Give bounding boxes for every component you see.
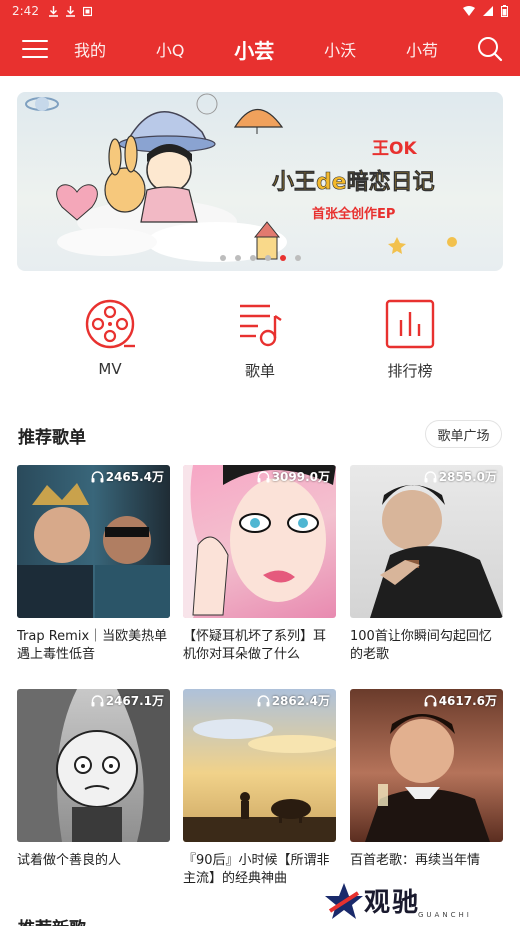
film-reel-icon bbox=[85, 299, 135, 349]
playlist-title: Trap Remix｜当欧美热单遇上毒性低音 bbox=[17, 629, 168, 662]
headphones-icon bbox=[424, 694, 437, 706]
pager-dot[interactable] bbox=[264, 255, 271, 261]
feature-playlist[interactable]: 歌单 bbox=[210, 298, 310, 384]
headphones-icon bbox=[91, 694, 104, 706]
wifi-icon bbox=[463, 6, 475, 16]
chart-icon bbox=[385, 299, 435, 349]
notification-icon bbox=[82, 6, 92, 16]
feature-chart[interactable]: 排行榜 bbox=[360, 298, 460, 384]
playlist-cover: 2467.1万 bbox=[17, 689, 170, 842]
menu-button[interactable] bbox=[0, 22, 70, 76]
banner-subtitle-text: 首张全创作EP bbox=[312, 206, 395, 222]
playlist-card[interactable]: 2465.4万 Trap Remix｜当欧美热单遇上毒性低音 bbox=[17, 465, 170, 664]
download-icon bbox=[65, 5, 75, 17]
pager-dot[interactable] bbox=[219, 255, 226, 261]
cover-art bbox=[183, 465, 336, 618]
playlist-title: 100首让你瞬间勾起回忆的老歌 bbox=[350, 629, 492, 662]
search-icon bbox=[478, 37, 503, 62]
playlist-title: 试着做个善良的人 bbox=[17, 853, 122, 868]
headphones-icon bbox=[257, 470, 270, 482]
playlist-card[interactable]: 4617.6万 百首老歌：再续当年情 bbox=[350, 689, 503, 870]
pager-dot[interactable] bbox=[249, 255, 256, 261]
feature-mv-label: MV bbox=[98, 360, 122, 378]
play-count-value: 3099.0万 bbox=[271, 470, 330, 484]
banner-title-text: 小王de暗恋日记 bbox=[272, 169, 435, 195]
search-button[interactable] bbox=[460, 22, 520, 76]
top-toolbar: 我的 小Q 小芸 小沃 小苟 bbox=[0, 22, 520, 76]
play-count: 2855.0万 bbox=[424, 468, 497, 485]
play-count: 2862.4万 bbox=[257, 692, 330, 709]
playlist-cover: 2862.4万 bbox=[183, 689, 336, 842]
tab-xiaoq[interactable]: 小Q bbox=[152, 31, 189, 67]
play-count-value: 4617.6万 bbox=[438, 694, 497, 708]
headphones-icon bbox=[257, 694, 270, 706]
status-bar: 2:42 bbox=[0, 0, 520, 22]
playlist-title: 【怀疑耳机坏了系列】耳机你对耳朵做了什么 bbox=[183, 629, 327, 662]
playlist-title: 『90后』小时候【所谓非主流】的经典神曲 bbox=[183, 853, 330, 886]
headphones-icon bbox=[424, 470, 437, 482]
playlist-cover: 3099.0万 bbox=[183, 465, 336, 618]
playlist-card[interactable]: 3099.0万 【怀疑耳机坏了系列】耳机你对耳朵做了什么 bbox=[183, 465, 336, 664]
play-count-value: 2467.1万 bbox=[105, 694, 164, 708]
banner-carousel[interactable]: 王OK 小王de暗恋日记 首张全创作EP bbox=[17, 92, 503, 271]
playlist-card[interactable]: 2467.1万 试着做个善良的人 bbox=[17, 689, 170, 870]
feature-row: MV 歌单 排行榜 bbox=[0, 298, 520, 384]
star-logo-icon bbox=[325, 883, 363, 919]
play-count-value: 2465.4万 bbox=[105, 470, 164, 484]
feature-chart-label: 排行榜 bbox=[387, 362, 433, 380]
pager-dot[interactable] bbox=[234, 255, 241, 261]
play-count-value: 2855.0万 bbox=[438, 470, 497, 484]
playlist-title: 百首老歌：再续当年情 bbox=[350, 853, 481, 868]
playlist-cover: 2465.4万 bbox=[17, 465, 170, 618]
watermark-subtext: GUANCHI bbox=[418, 911, 472, 919]
playlist-square-button[interactable]: 歌单广场 bbox=[425, 420, 502, 448]
new-songs-section-title: 推荐新歌 bbox=[18, 914, 86, 926]
tab-xiaogou[interactable]: 小苟 bbox=[402, 31, 442, 67]
play-count: 2467.1万 bbox=[91, 692, 164, 709]
playlist-icon bbox=[240, 304, 282, 347]
tab-xiaowo[interactable]: 小沃 bbox=[320, 31, 360, 67]
pager-dot-active[interactable] bbox=[279, 255, 286, 261]
tab-mine[interactable]: 我的 bbox=[70, 31, 110, 67]
playlist-card[interactable]: 2862.4万 『90后』小时候【所谓非主流】的经典神曲 bbox=[183, 689, 336, 888]
feature-mv[interactable]: MV bbox=[60, 298, 160, 384]
banner-artist-text: 王OK bbox=[372, 139, 417, 159]
banner-pager bbox=[17, 255, 503, 261]
download-icon bbox=[48, 5, 58, 17]
top-tabs: 我的 小Q 小芸 小沃 小苟 bbox=[70, 29, 460, 70]
feature-playlist-label: 歌单 bbox=[244, 362, 275, 380]
status-time: 2:42 bbox=[12, 4, 39, 18]
playlist-cover: 2855.0万 bbox=[350, 465, 503, 618]
play-count-value: 2862.4万 bbox=[271, 694, 330, 708]
cover-art bbox=[370, 485, 503, 618]
cover-art bbox=[17, 483, 170, 618]
recommend-section-title: 推荐歌单 bbox=[18, 428, 86, 448]
headphones-icon bbox=[91, 470, 104, 482]
cover-art bbox=[183, 719, 336, 842]
battery-icon bbox=[501, 5, 508, 17]
cover-art bbox=[17, 689, 170, 842]
watermark: 观驰 GUANCHI bbox=[320, 875, 520, 926]
pager-dot[interactable] bbox=[294, 255, 301, 261]
play-count: 3099.0万 bbox=[257, 468, 330, 485]
playlist-card[interactable]: 2855.0万 100首让你瞬间勾起回忆的老歌 bbox=[350, 465, 503, 664]
banner-artwork: 王OK 小王de暗恋日记 首张全创作EP bbox=[25, 93, 457, 262]
play-count: 2465.4万 bbox=[91, 468, 164, 485]
menu-icon bbox=[22, 34, 48, 64]
play-count: 4617.6万 bbox=[424, 692, 497, 709]
playlist-cover: 4617.6万 bbox=[350, 689, 503, 842]
tab-xiaoyun[interactable]: 小芸 bbox=[230, 29, 278, 70]
watermark-text: 观驰 bbox=[364, 888, 421, 918]
signal-icon bbox=[483, 6, 493, 16]
cover-art bbox=[365, 714, 490, 842]
